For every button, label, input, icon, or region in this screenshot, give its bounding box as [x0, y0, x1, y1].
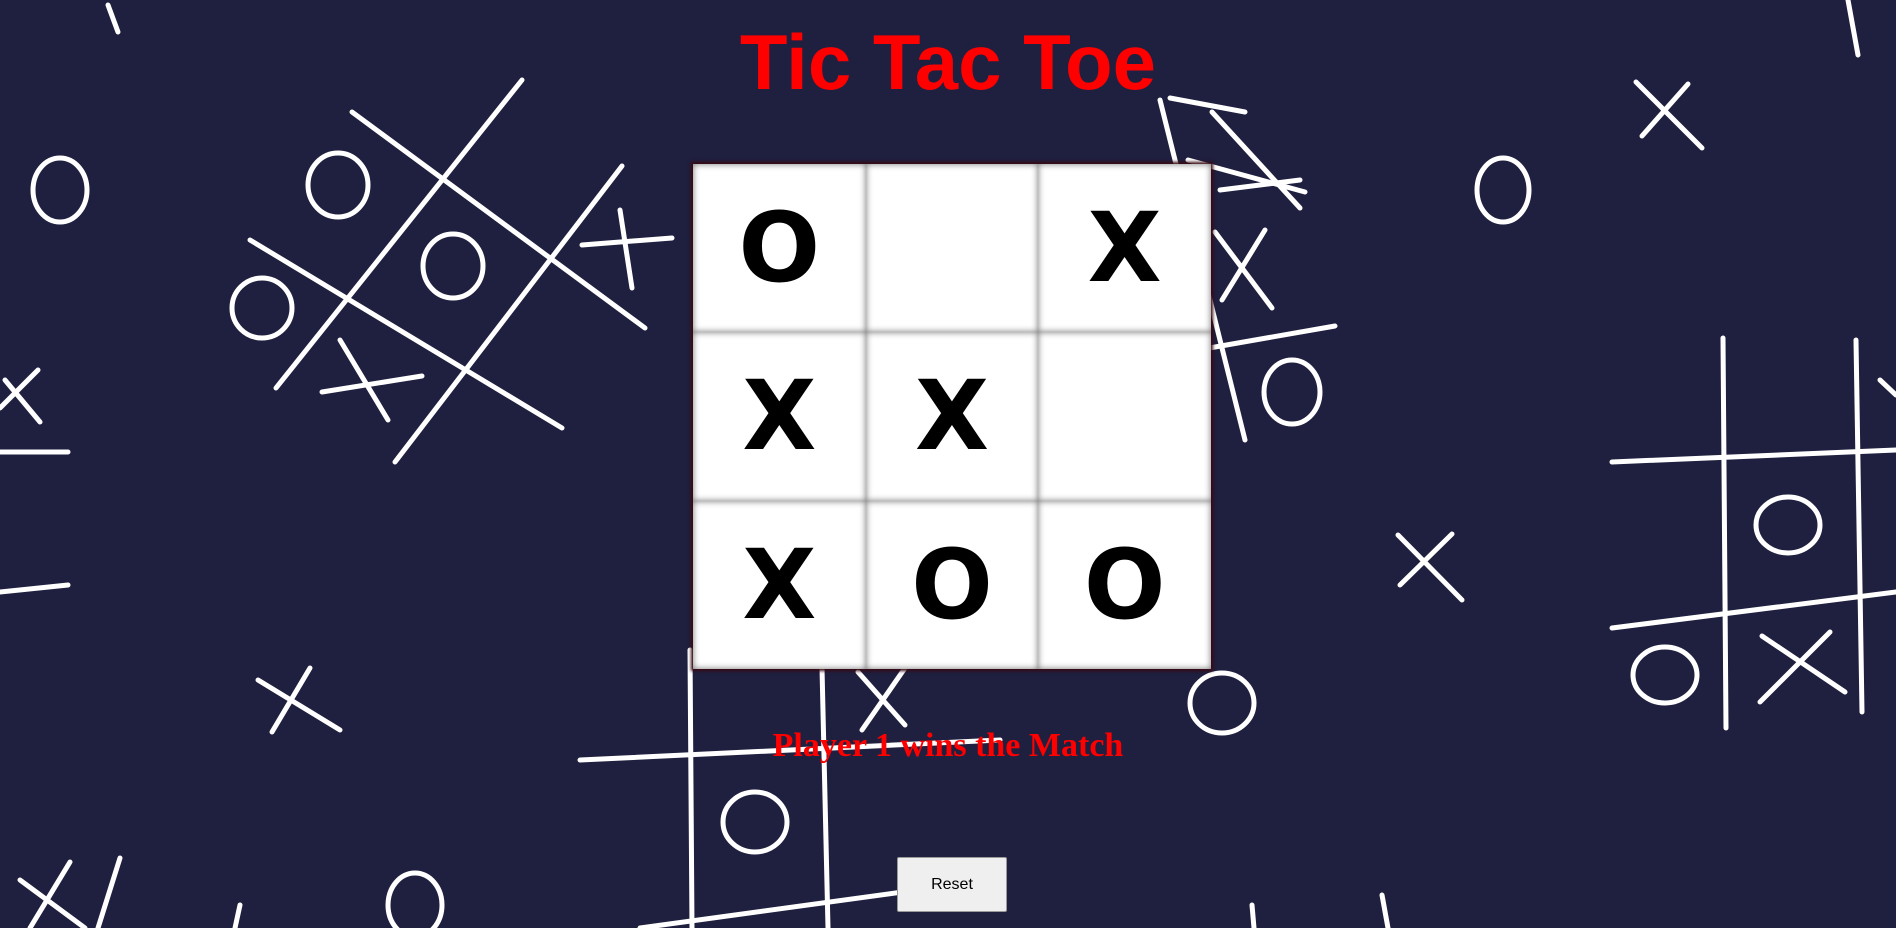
game-status-message: Player 1 wins the Match	[772, 727, 1124, 764]
board-cell[interactable]: O	[1038, 500, 1211, 669]
board-cell[interactable]	[1038, 332, 1211, 501]
board-cell[interactable]: X	[693, 500, 866, 669]
board-cell[interactable]: X	[1038, 164, 1211, 333]
board-cell[interactable]: O	[693, 164, 866, 333]
board-cell[interactable]: O	[865, 500, 1039, 669]
board-cell[interactable]: X	[865, 332, 1039, 501]
board-cell[interactable]	[865, 164, 1039, 333]
game-board: O X X X X O O	[693, 164, 1211, 669]
page-title: Tic Tac Toe	[739, 18, 1157, 106]
reset-button[interactable]: Reset	[897, 857, 1007, 912]
board-cell[interactable]: X	[693, 332, 866, 501]
